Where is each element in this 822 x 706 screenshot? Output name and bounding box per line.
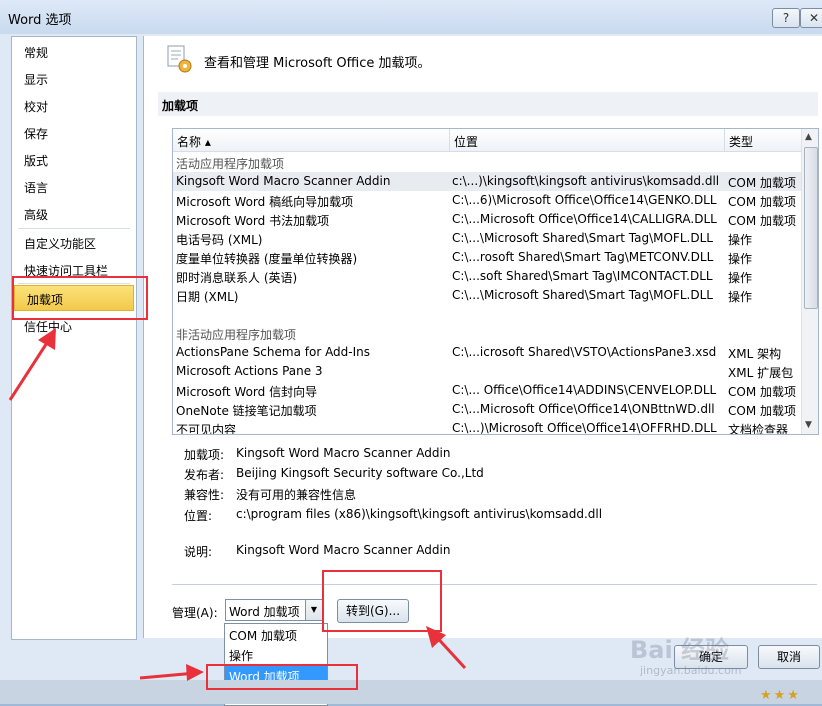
annotation-arrows-icon bbox=[8, 328, 467, 681]
word-options-dialog: Word 选项 ? ✕ 常规 显示 校对 保存 版式 语言 高级 自定义功能区 … bbox=[0, 0, 822, 706]
